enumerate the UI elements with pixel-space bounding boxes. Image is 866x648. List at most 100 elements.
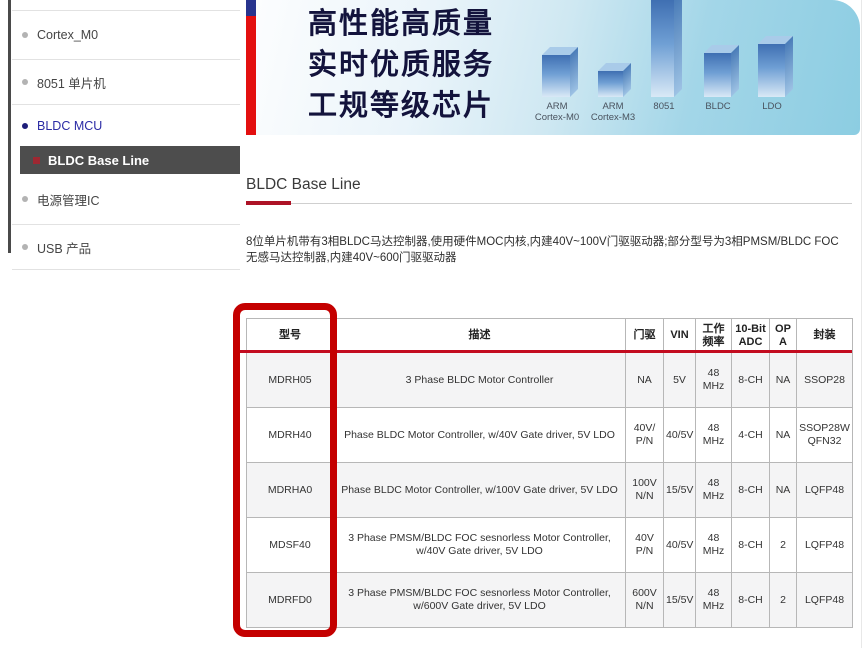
chip-front-face: [542, 55, 570, 97]
table-row: MDRH40 Phase BLDC Motor Controller, w/40…: [246, 407, 853, 463]
chip-front-face: [758, 44, 785, 97]
title-divider-red-accent: [246, 201, 291, 205]
chip-front-face: [598, 71, 623, 97]
product-table: 型号 描述 门驱 VIN 工作频率 10-Bit ADC OPA 封装 MDRH…: [246, 318, 853, 628]
col-header-gate-drive: 门驱: [625, 318, 664, 353]
adc-cell: 8-CH: [731, 517, 770, 573]
adc-cell: 8-CH: [731, 572, 770, 628]
table-header-row: 型号 描述 门驱 VIN 工作频率 10-Bit ADC OPA 封装: [246, 318, 853, 353]
banner-slogan-line2: 实时优质服务: [308, 49, 495, 81]
bullet-icon: [22, 32, 28, 38]
col-header-model: 型号: [246, 318, 334, 353]
chip-side-face: [785, 36, 793, 97]
table-row: MDSF40 3 Phase PMSM/BLDC FOC sesnorless …: [246, 517, 853, 573]
chip-front-face: [704, 53, 731, 97]
package-cell: LQFP48: [796, 572, 853, 628]
table-row: MDRH05 3 Phase BLDC Motor Controller NA …: [246, 352, 853, 408]
gate-cell: 600V N/N: [625, 572, 664, 628]
sidebar-item-power-ic[interactable]: 电源管理IC: [12, 174, 240, 225]
freq-cell: 48 MHz: [695, 352, 732, 408]
model-link-mdrh40[interactable]: MDRH40: [246, 407, 334, 463]
bullet-icon: [22, 196, 28, 202]
opa-cell: 2: [769, 517, 797, 573]
sidebar-item-label: 8051 单片机: [37, 76, 106, 91]
page-title: BLDC Base Line: [246, 176, 361, 193]
package-cell: LQFP48: [796, 462, 853, 518]
gate-cell: 100V N/N: [625, 462, 664, 518]
freq-cell: 48 MHz: [695, 462, 732, 518]
bullet-icon: [22, 244, 28, 250]
chip-block-cortex-m0: [542, 47, 578, 97]
sidebar-item-cortex-m0[interactable]: Cortex_M0: [12, 10, 240, 60]
adc-cell: 8-CH: [731, 462, 770, 518]
model-link-mdrfd0[interactable]: MDRFD0: [246, 572, 334, 628]
vin-cell: 40/5V: [663, 407, 696, 463]
sidebar-selected-label: BLDC Base Line: [48, 152, 150, 168]
table-row: MDRFD0 3 Phase PMSM/BLDC FOC sesnorless …: [246, 572, 853, 628]
sidebar-item-bldc-mcu[interactable]: BLDC MCU: [12, 105, 240, 146]
sidebar-item-label: 电源管理IC: [37, 193, 100, 208]
hero-banner: 高性能高质量 实时优质服务 工规等级芯片 ARM Cortex-M0 ARM C…: [256, 0, 860, 135]
chip-block-ldo: [758, 36, 793, 97]
opa-cell: NA: [769, 352, 797, 408]
table-header-red-rule: [240, 350, 852, 353]
col-header-frequency: 工作频率: [695, 318, 732, 353]
col-header-vin: VIN: [663, 318, 696, 353]
chip-front-face: [651, 0, 674, 97]
vin-cell: 40/5V: [663, 517, 696, 573]
model-link-mdsf40[interactable]: MDSF40: [246, 517, 334, 573]
title-divider: [246, 203, 852, 204]
freq-cell: 48 MHz: [695, 517, 732, 573]
opa-cell: NA: [769, 462, 797, 518]
banner-accent-bar-blue: [246, 0, 256, 16]
banner-accent-bar-red: [246, 16, 256, 135]
chip-side-face: [570, 47, 578, 97]
description-cell: 3 Phase PMSM/BLDC FOC sesnorless Motor C…: [333, 517, 626, 573]
vin-cell: 5V: [663, 352, 696, 408]
adc-cell: 8-CH: [731, 352, 770, 408]
bullet-icon: [22, 122, 28, 129]
chip-label-ldo: LDO: [762, 101, 782, 112]
vin-cell: 15/5V: [663, 462, 696, 518]
description-cell: Phase BLDC Motor Controller, w/40V Gate …: [333, 407, 626, 463]
model-link-mdrh05[interactable]: MDRH05: [246, 352, 334, 408]
sidebar-item-bldc-base-line[interactable]: BLDC Base Line: [20, 146, 240, 174]
adc-cell: 4-CH: [731, 407, 770, 463]
sidebar-item-label: Cortex_M0: [37, 28, 99, 42]
sidebar-item-8051[interactable]: 8051 单片机: [12, 60, 240, 105]
freq-cell: 48 MHz: [695, 407, 732, 463]
gate-cell: NA: [625, 352, 664, 408]
gate-cell: 40V/ P/N: [625, 407, 664, 463]
chip-label-8051: 8051: [653, 101, 675, 112]
chip-side-face: [623, 63, 631, 97]
vin-cell: 15/5V: [663, 572, 696, 628]
col-header-description: 描述: [333, 318, 626, 353]
page-description: 8位单片机带有3相BLDC马达控制器,使用硬件MOC内核,内建40V~100V门…: [246, 236, 839, 264]
chip-block-cortex-m3: [598, 63, 631, 97]
sidebar-item-label: BLDC MCU: [37, 118, 103, 133]
chip-block-8051: [651, 0, 682, 97]
table-row: MDRHA0 Phase BLDC Motor Controller, w/10…: [246, 462, 853, 518]
freq-cell: 48 MHz: [695, 572, 732, 628]
banner-slogan-line1: 高性能高质量: [308, 8, 495, 40]
chip-side-face: [731, 45, 739, 97]
sidebar: Cortex_M0 8051 单片机 BLDC MCU BLDC Base Li…: [12, 10, 240, 270]
banner-slogan-line3: 工规等级芯片: [308, 90, 495, 122]
opa-cell: 2: [769, 572, 797, 628]
col-header-adc: 10-Bit ADC: [731, 318, 770, 353]
red-square-bullet-icon: [33, 156, 40, 164]
description-cell: Phase BLDC Motor Controller, w/100V Gate…: [333, 462, 626, 518]
package-cell: SSOP28W QFN32: [796, 407, 853, 463]
model-link-mdrha0[interactable]: MDRHA0: [246, 462, 334, 518]
col-header-package: 封装: [796, 318, 853, 353]
package-cell: LQFP48: [796, 517, 853, 573]
description-cell: 3 Phase PMSM/BLDC FOC sesnorless Motor C…: [333, 572, 626, 628]
chip-block-bldc: [704, 45, 739, 97]
banner-slogan: 高性能高质量 实时优质服务 工规等级芯片: [308, 4, 494, 127]
opa-cell: NA: [769, 407, 797, 463]
description-cell: 3 Phase BLDC Motor Controller: [333, 352, 626, 408]
chip-side-face: [674, 0, 682, 97]
gate-cell: 40V P/N: [625, 517, 664, 573]
sidebar-item-usb[interactable]: USB 产品: [12, 225, 240, 270]
sidebar-left-rail: [8, 0, 11, 253]
